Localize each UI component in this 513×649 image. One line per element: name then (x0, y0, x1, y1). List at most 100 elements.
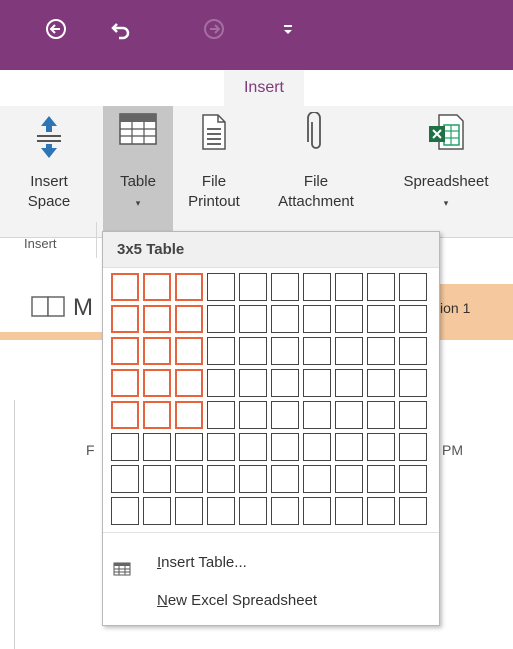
insert-table-menu-item[interactable]: Insert Table... (103, 546, 439, 580)
table-grid-cell[interactable] (303, 273, 331, 301)
table-grid-cell[interactable] (239, 273, 267, 301)
table-grid-cell[interactable] (399, 369, 427, 397)
onenote-window: File Home Insert Draw History Insert Spac… (0, 0, 513, 649)
insert-space-button[interactable]: Insert Space (16, 106, 82, 234)
table-grid-cell[interactable] (399, 401, 427, 429)
table-grid-cell-selected[interactable] (111, 401, 139, 429)
table-grid-cell[interactable] (367, 433, 395, 461)
table-grid-cell[interactable] (367, 305, 395, 333)
table-grid-cell-selected[interactable] (175, 273, 203, 301)
table-grid-cell[interactable] (303, 305, 331, 333)
table-grid-cell[interactable] (143, 497, 171, 525)
table-grid-cell[interactable] (143, 465, 171, 493)
table-grid-cell[interactable] (207, 369, 235, 397)
table-grid-cell[interactable] (271, 401, 299, 429)
table-grid-cell[interactable] (111, 465, 139, 493)
table-grid-cell[interactable] (175, 433, 203, 461)
table-grid-cell[interactable] (239, 433, 267, 461)
table-grid-cell[interactable] (239, 465, 267, 493)
table-grid-cell[interactable] (303, 337, 331, 365)
table-grid-cell[interactable] (239, 401, 267, 429)
table-grid-cell[interactable] (303, 369, 331, 397)
table-grid-cell-selected[interactable] (111, 337, 139, 365)
table-grid-cell[interactable] (335, 337, 363, 365)
tab-insert[interactable]: Insert (224, 70, 304, 106)
table-grid-cell[interactable] (303, 433, 331, 461)
table-grid-cell[interactable] (271, 497, 299, 525)
table-grid-cell[interactable] (111, 433, 139, 461)
table-grid-cell[interactable] (271, 337, 299, 365)
spreadsheet-button[interactable]: Spreadsheet ▾ (384, 106, 508, 234)
table-grid-cell[interactable] (175, 465, 203, 493)
table-grid-cell-selected[interactable] (143, 273, 171, 301)
file-attachment-button[interactable]: File Attachment (250, 106, 382, 234)
table-grid-cell[interactable] (143, 433, 171, 461)
table-grid-cell[interactable] (239, 337, 267, 365)
table-grid-cell-selected[interactable] (143, 337, 171, 365)
table-grid-cell-selected[interactable] (175, 401, 203, 429)
table-grid-cell[interactable] (207, 401, 235, 429)
tab-draw[interactable]: Draw (334, 70, 390, 106)
table-grid-cell[interactable] (271, 465, 299, 493)
table-grid-cell[interactable] (335, 305, 363, 333)
table-grid-cell[interactable] (207, 465, 235, 493)
table-grid-cell[interactable] (335, 465, 363, 493)
table-grid-cell[interactable] (367, 273, 395, 301)
notebook-indicator[interactable] (30, 292, 70, 327)
undo-icon[interactable] (104, 14, 138, 44)
notebook-name[interactable]: M (73, 294, 93, 322)
table-grid-cell[interactable] (303, 401, 331, 429)
table-grid-cell[interactable] (367, 401, 395, 429)
table-grid-cell-selected[interactable] (143, 305, 171, 333)
table-grid-cell[interactable] (399, 337, 427, 365)
table-grid-cell[interactable] (207, 305, 235, 333)
new-excel-spreadsheet-menu-item[interactable]: New Excel Spreadsheet (103, 584, 439, 618)
table-grid-cell[interactable] (303, 465, 331, 493)
table-grid-cell-selected[interactable] (111, 273, 139, 301)
table-grid-cell[interactable] (335, 401, 363, 429)
table-grid-cell[interactable] (399, 433, 427, 461)
table-grid-cell[interactable] (207, 273, 235, 301)
table-grid-cell[interactable] (239, 497, 267, 525)
table-grid-cell[interactable] (335, 369, 363, 397)
table-button[interactable]: Table ▾ (103, 106, 173, 234)
table-grid-cell-selected[interactable] (175, 305, 203, 333)
table-grid-cell-selected[interactable] (143, 401, 171, 429)
table-grid-cell-selected[interactable] (111, 369, 139, 397)
table-grid-cell[interactable] (367, 337, 395, 365)
table-grid-cell[interactable] (335, 433, 363, 461)
table-grid-cell[interactable] (399, 305, 427, 333)
table-grid-cell[interactable] (367, 465, 395, 493)
table-grid-cell[interactable] (239, 305, 267, 333)
customize-qat-icon[interactable] (271, 14, 305, 44)
file-printout-button[interactable]: File Printout (178, 106, 250, 234)
table-grid-cell-selected[interactable] (143, 369, 171, 397)
table-grid-cell[interactable] (399, 273, 427, 301)
table-grid-cell[interactable] (207, 433, 235, 461)
paperclip-icon (306, 111, 326, 159)
table-grid-cell[interactable] (175, 497, 203, 525)
back-circle-icon[interactable] (39, 14, 73, 44)
table-grid-cell[interactable] (335, 273, 363, 301)
table-grid-cell[interactable] (239, 369, 267, 397)
title-bar (0, 0, 513, 70)
table-grid-cell-selected[interactable] (175, 369, 203, 397)
table-grid-cell[interactable] (271, 273, 299, 301)
tab-home[interactable]: Home (131, 70, 193, 106)
table-grid-cell[interactable] (303, 497, 331, 525)
table-grid-cell[interactable] (399, 465, 427, 493)
table-grid-cell[interactable] (207, 337, 235, 365)
table-grid-cell[interactable] (367, 497, 395, 525)
table-grid-cell-selected[interactable] (175, 337, 203, 365)
table-grid-cell[interactable] (111, 497, 139, 525)
table-grid-cell-selected[interactable] (111, 305, 139, 333)
table-grid-cell[interactable] (271, 369, 299, 397)
tab-file[interactable]: File (34, 70, 84, 106)
table-grid-cell[interactable] (335, 497, 363, 525)
table-grid-cell[interactable] (367, 369, 395, 397)
table-grid-cell[interactable] (207, 497, 235, 525)
table-grid-cell[interactable] (271, 305, 299, 333)
table-grid-cell[interactable] (399, 497, 427, 525)
tab-history[interactable]: History (430, 70, 506, 106)
table-grid-cell[interactable] (271, 433, 299, 461)
